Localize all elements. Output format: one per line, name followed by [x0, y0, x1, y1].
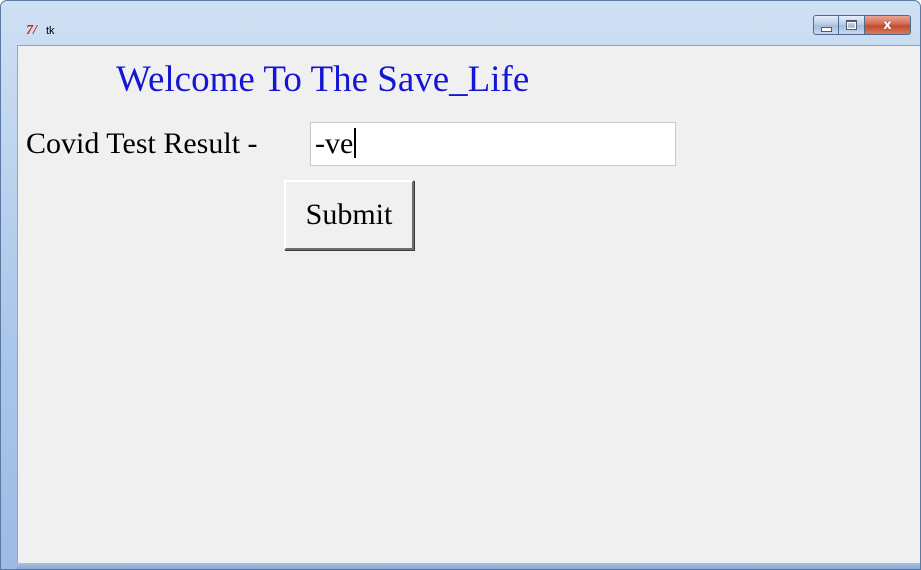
client-area: Welcome To The Save_Life Covid Test Resu…	[17, 45, 920, 564]
welcome-heading: Welcome To The Save_Life	[116, 59, 530, 100]
close-button[interactable]: x	[865, 15, 911, 35]
minimize-icon	[820, 26, 832, 32]
covid-result-label: Covid Test Result -	[26, 127, 258, 160]
caption-buttons: x	[813, 15, 911, 37]
covid-result-input[interactable]: -ve	[310, 122, 676, 166]
maximize-icon	[846, 20, 857, 30]
text-caret	[354, 128, 357, 158]
app-window: 7/ tk x Welcome To The Save_Life Covid T…	[0, 0, 921, 570]
tk-feather-icon: 7/	[26, 23, 37, 38]
submit-button[interactable]: Submit	[284, 180, 414, 250]
covid-result-value: -ve	[315, 127, 354, 160]
minimize-button[interactable]	[813, 15, 839, 35]
close-icon: x	[883, 17, 892, 33]
window-frame-bottom	[17, 563, 920, 569]
window-title: tk	[46, 25, 55, 37]
title-bar[interactable]: 7/ tk x	[1, 1, 920, 45]
maximize-button[interactable]	[839, 15, 865, 35]
